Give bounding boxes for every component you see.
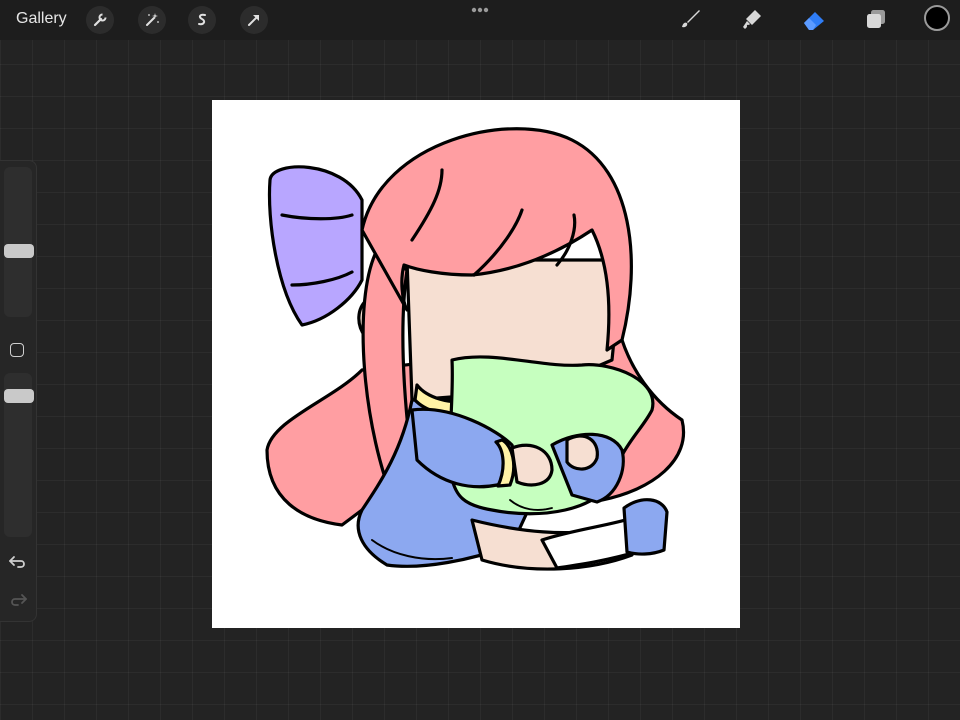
opacity-thumb[interactable] xyxy=(4,389,34,403)
magic-wand-icon xyxy=(146,13,159,26)
left-sidebar xyxy=(0,160,37,622)
ellipsis-icon[interactable] xyxy=(470,6,490,14)
selection-icon xyxy=(198,13,206,26)
wrench-icon xyxy=(93,13,107,27)
transform-arrow-icon xyxy=(248,15,259,26)
layers-icon[interactable] xyxy=(862,5,890,33)
adjustments-button[interactable] xyxy=(138,6,166,34)
redo-icon[interactable] xyxy=(8,591,28,607)
selection-button[interactable] xyxy=(188,6,216,34)
drawing-canvas[interactable] xyxy=(212,100,740,628)
brush-size-thumb[interactable] xyxy=(4,244,34,258)
color-picker-button[interactable] xyxy=(924,5,950,31)
smudge-icon[interactable] xyxy=(738,5,766,33)
modify-button[interactable] xyxy=(10,343,24,357)
brush-size-slider[interactable] xyxy=(4,167,32,317)
undo-icon[interactable] xyxy=(8,553,28,569)
eraser-icon[interactable] xyxy=(800,5,828,33)
chibi-girl-illustration xyxy=(265,127,686,571)
brush-icon[interactable] xyxy=(676,5,704,33)
transform-button[interactable] xyxy=(240,6,268,34)
actions-button[interactable] xyxy=(86,6,114,34)
gallery-button[interactable]: Gallery xyxy=(16,10,67,28)
top-toolbar: Gallery xyxy=(0,0,960,40)
